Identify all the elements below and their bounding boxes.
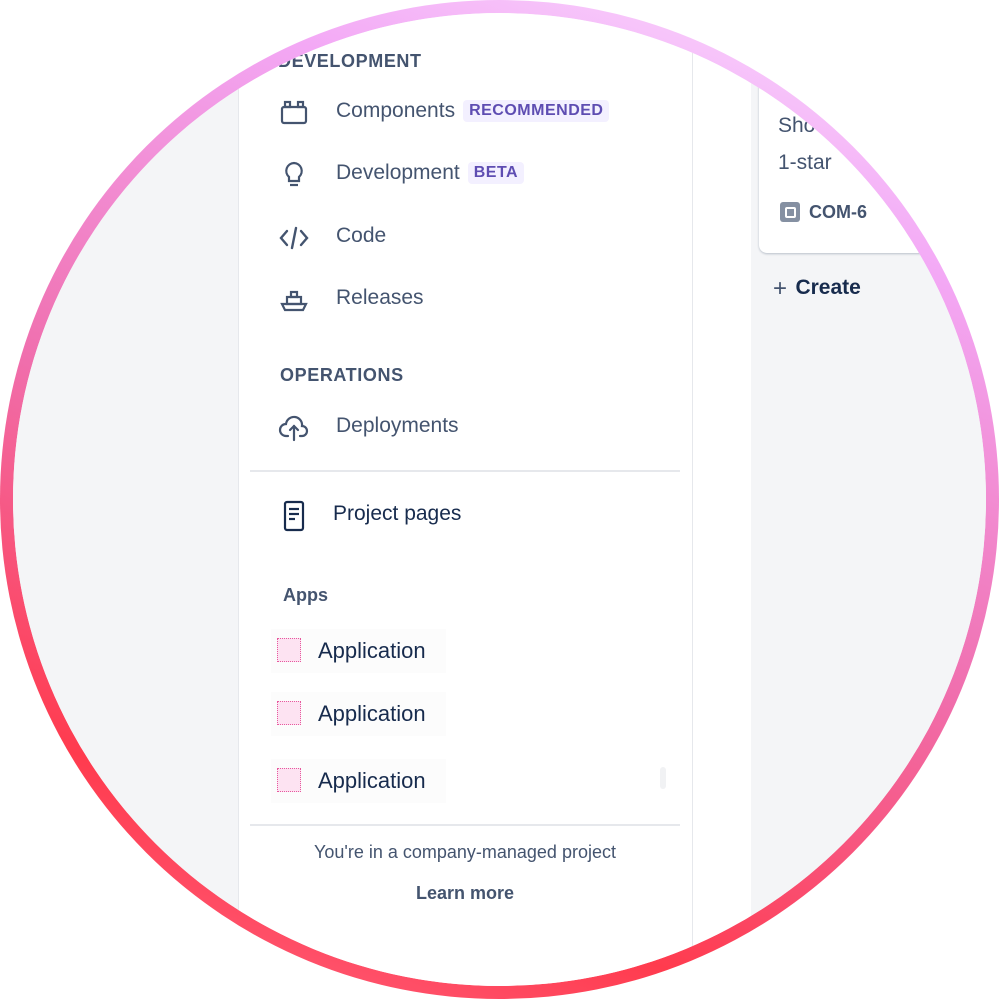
app-placeholder-icon — [277, 701, 301, 725]
card-summary-line2: 1-star — [778, 151, 832, 174]
sidebar-item-label: Development — [336, 161, 460, 184]
app-item[interactable]: Application — [271, 759, 446, 803]
sidebar-item-components[interactable]: Components RECOMMENDED — [278, 91, 658, 135]
card-summary: Sho — [778, 114, 816, 137]
sidebar-item-label: Components — [336, 99, 456, 122]
company-managed-message: You're in a company-managed project — [314, 842, 616, 862]
app-item-label: Application — [318, 638, 426, 663]
sidebar-item-development[interactable]: Development BETA — [278, 153, 658, 197]
sidebar-item-label: Deployments — [336, 414, 459, 437]
ship-icon — [278, 284, 310, 316]
sidebar-gutter — [693, 13, 751, 986]
issue-type-icon — [780, 202, 800, 222]
sidebar-item-deployments[interactable]: Deployments — [278, 406, 658, 450]
app-item[interactable]: Application — [271, 629, 446, 673]
app-item-label: Application — [318, 701, 426, 726]
development-section-header: DEVELOPMENT — [278, 51, 422, 71]
app-item-label: Application — [318, 768, 426, 793]
apps-section-header: Apps — [283, 585, 328, 605]
sidebar-divider — [250, 824, 680, 826]
sidebar-item-releases[interactable]: Releases — [278, 278, 658, 322]
app-item[interactable]: Application — [271, 692, 446, 736]
sidebar-item-label: Code — [336, 224, 387, 247]
beta-badge: BETA — [467, 162, 525, 184]
sidebar-divider — [250, 470, 680, 472]
operations-section-header: OPERATIONS — [280, 365, 404, 385]
sidebar-item-code[interactable]: Code — [278, 216, 658, 260]
sidebar-item-project-pages[interactable]: Project pages — [278, 494, 658, 538]
code-icon — [278, 222, 310, 254]
create-issue-button[interactable]: + Create — [773, 275, 861, 305]
sidebar-item-label: Project pages — [333, 502, 462, 525]
zoom-viewport: DEVELOPMENT Components RECOMMENDED Develo… — [13, 13, 986, 986]
issue-key[interactable]: COM-6 — [809, 202, 867, 223]
create-label: Create — [795, 276, 861, 299]
learn-more-link[interactable]: Learn more — [250, 883, 680, 904]
cloud-upload-icon — [278, 412, 310, 444]
lightbulb-icon — [278, 159, 310, 191]
recommended-badge: RECOMMENDED — [463, 100, 610, 122]
document-icon — [278, 500, 310, 532]
app-placeholder-icon — [277, 768, 301, 792]
sidebar-item-label: Releases — [336, 286, 424, 309]
sidebar-scrollbar[interactable] — [660, 767, 666, 789]
app-placeholder-icon — [277, 638, 301, 662]
components-icon — [278, 97, 310, 129]
page-background — [13, 13, 238, 986]
plus-icon: + — [773, 275, 788, 302]
